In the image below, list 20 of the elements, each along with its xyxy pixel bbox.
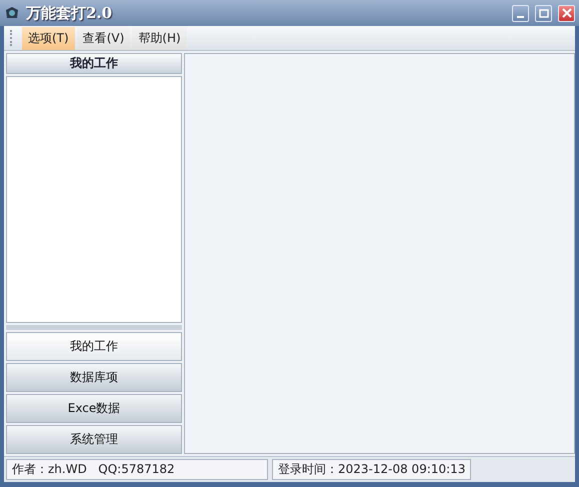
- close-icon: [562, 8, 572, 18]
- status-text: 登录时间：2023-12-08 09:10:13: [272, 459, 472, 480]
- nav-button[interactable]: 系统管理: [6, 425, 182, 454]
- maximize-icon: [538, 8, 548, 18]
- nav-button[interactable]: 我的工作: [6, 332, 182, 361]
- panel-header: 我的工作: [6, 53, 182, 74]
- status-text: 作者：zh.WD QQ:5787182: [6, 459, 268, 480]
- maximize-button[interactable]: [535, 4, 552, 22]
- splitter-handle[interactable]: [6, 325, 182, 330]
- nav-button[interactable]: Exce数据: [6, 394, 182, 423]
- app-icon: [4, 5, 20, 21]
- minimize-icon: [517, 16, 524, 18]
- nav-button[interactable]: 数据库项: [6, 363, 182, 392]
- menu-item[interactable]: 选项(T): [22, 26, 75, 50]
- window-title: 万能套打2.0: [26, 4, 114, 22]
- grip-handle[interactable]: [10, 30, 14, 46]
- close-button[interactable]: [558, 4, 575, 22]
- menu-item[interactable]: 帮助(H): [132, 26, 187, 50]
- menu-item[interactable]: 查看(V): [76, 26, 130, 50]
- minimize-button[interactable]: [512, 4, 529, 22]
